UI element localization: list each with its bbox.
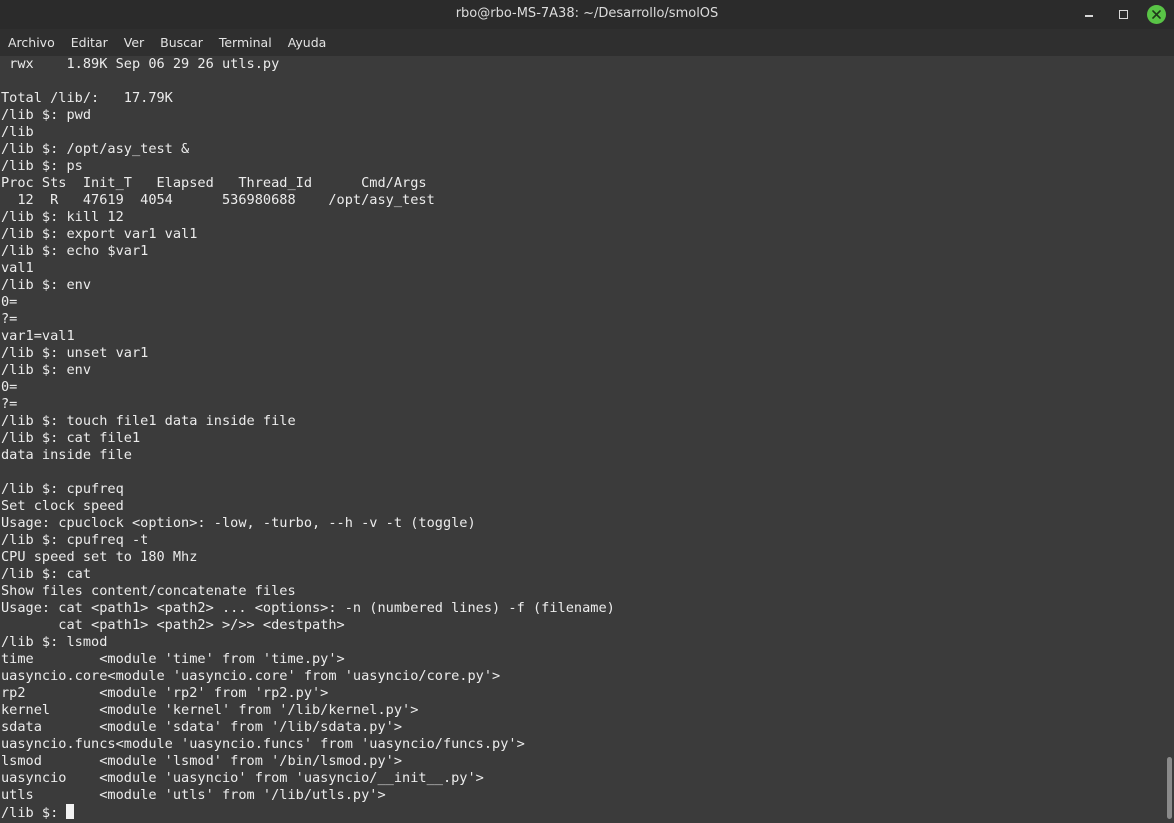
terminal-line: uasyncio.funcs<module 'uasyncio.funcs' f… — [1, 736, 525, 752]
terminal-area[interactable]: rwx 1.89K Sep 06 29 26 utls.py Total /lib… — [0, 56, 1164, 823]
terminal-line: uasyncio <module 'uasyncio' from 'uasync… — [1, 770, 484, 786]
terminal-line: rwx 1.89K Sep 06 29 26 utls.py — [1, 56, 280, 72]
terminal-line: data inside file — [1, 447, 132, 463]
menu-editar[interactable]: Editar — [63, 29, 116, 56]
vertical-scrollbar[interactable] — [1164, 56, 1174, 823]
terminal-line: Show files content/concatenate files — [1, 583, 296, 599]
prompt-line[interactable]: /lib $: — [1, 804, 615, 821]
terminal-line: /lib $: echo $var1 — [1, 243, 149, 259]
terminal-line: /lib $: touch file1 data inside file — [1, 413, 296, 429]
terminal-line: lsmod <module 'lsmod' from '/bin/lsmod.p… — [1, 753, 403, 769]
menu-archivo[interactable]: Archivo — [0, 29, 63, 56]
terminal-line: /lib $: kill 12 — [1, 209, 124, 225]
terminal-line: Usage: cat <path1> <path2> ... <options>… — [1, 600, 615, 616]
terminal-line: Set clock speed — [1, 498, 124, 514]
terminal-line: ?= — [1, 396, 18, 412]
text-cursor — [66, 804, 75, 819]
terminal-line: /lib $: pwd — [1, 107, 92, 123]
terminal-line: uasyncio.core<module 'uasyncio.core' fro… — [1, 668, 501, 684]
terminal-line: var1=val1 — [1, 328, 75, 344]
menu-ver[interactable]: Ver — [116, 29, 152, 56]
terminal-line: /lib $: cat file1 — [1, 430, 141, 446]
prompt-text: /lib $: — [1, 805, 67, 821]
menu-bar: Archivo Editar Ver Buscar Terminal Ayuda — [0, 29, 1174, 56]
terminal-line: /lib $: env — [1, 277, 92, 293]
terminal-line: val1 — [1, 260, 34, 276]
terminal-line: 0= — [1, 294, 18, 310]
menu-buscar[interactable]: Buscar — [152, 29, 211, 56]
terminal-line: Total /lib/: 17.79K — [1, 90, 173, 106]
terminal-line: 12 R 47619 4054 536980688 /opt/asy_test — [1, 192, 435, 208]
terminal-line: Proc Sts Init_T Elapsed Thread_Id Cmd/Ar… — [1, 175, 427, 191]
terminal-line: /lib $: export var1 val1 — [1, 226, 198, 242]
close-icon — [1152, 9, 1161, 19]
scrollbar-thumb[interactable] — [1167, 757, 1172, 819]
menu-terminal[interactable]: Terminal — [211, 29, 280, 56]
terminal-line: 0= — [1, 379, 18, 395]
terminal-line: /lib $: cpufreq — [1, 481, 124, 497]
terminal-line: /lib $: /opt/asy_test & — [1, 141, 190, 157]
terminal-line: /lib $: ps — [1, 158, 83, 174]
terminal-line: cat <path1> <path2> >/>> <destpath> — [1, 617, 345, 633]
window-controls — [1079, 4, 1166, 24]
terminal-line: sdata <module 'sdata' from '/lib/sdata.p… — [1, 719, 403, 735]
terminal-line: /lib $: cpufreq -t — [1, 532, 149, 548]
terminal-line: utls <module 'utls' from '/lib/utls.py'> — [1, 787, 386, 803]
minimize-button[interactable] — [1079, 4, 1099, 24]
window-title: rbo@rbo-MS-7A38: ~/Desarrollo/smolOS — [455, 6, 719, 21]
title-bar[interactable]: rbo@rbo-MS-7A38: ~/Desarrollo/smolOS — [0, 0, 1174, 29]
minimize-icon — [1085, 15, 1093, 17]
terminal-line: time <module 'time' from 'time.py'> — [1, 651, 345, 667]
terminal-line: /lib $: unset var1 — [1, 345, 149, 361]
terminal-line: /lib — [1, 124, 34, 140]
terminal-window: rbo@rbo-MS-7A38: ~/Desarrollo/smolOS Arc… — [0, 0, 1174, 823]
terminal-line: kernel <module 'kernel' from '/lib/kerne… — [1, 702, 419, 718]
terminal-output: rwx 1.89K Sep 06 29 26 utls.py Total /lib… — [1, 56, 615, 821]
terminal-line: ?= — [1, 311, 18, 327]
terminal-line: CPU speed set to 180 Mhz — [1, 549, 198, 565]
maximize-icon — [1118, 9, 1128, 19]
maximize-button[interactable] — [1113, 4, 1133, 24]
terminal-line: rp2 <module 'rp2' from 'rp2.py'> — [1, 685, 329, 701]
terminal-line: /lib $: lsmod — [1, 634, 108, 650]
close-button[interactable] — [1147, 4, 1166, 24]
terminal-line: /lib $: cat — [1, 566, 92, 582]
terminal-line: /lib $: env — [1, 362, 92, 378]
menu-ayuda[interactable]: Ayuda — [280, 29, 335, 56]
terminal-line: Usage: cpuclock <option>: -low, -turbo, … — [1, 515, 476, 531]
